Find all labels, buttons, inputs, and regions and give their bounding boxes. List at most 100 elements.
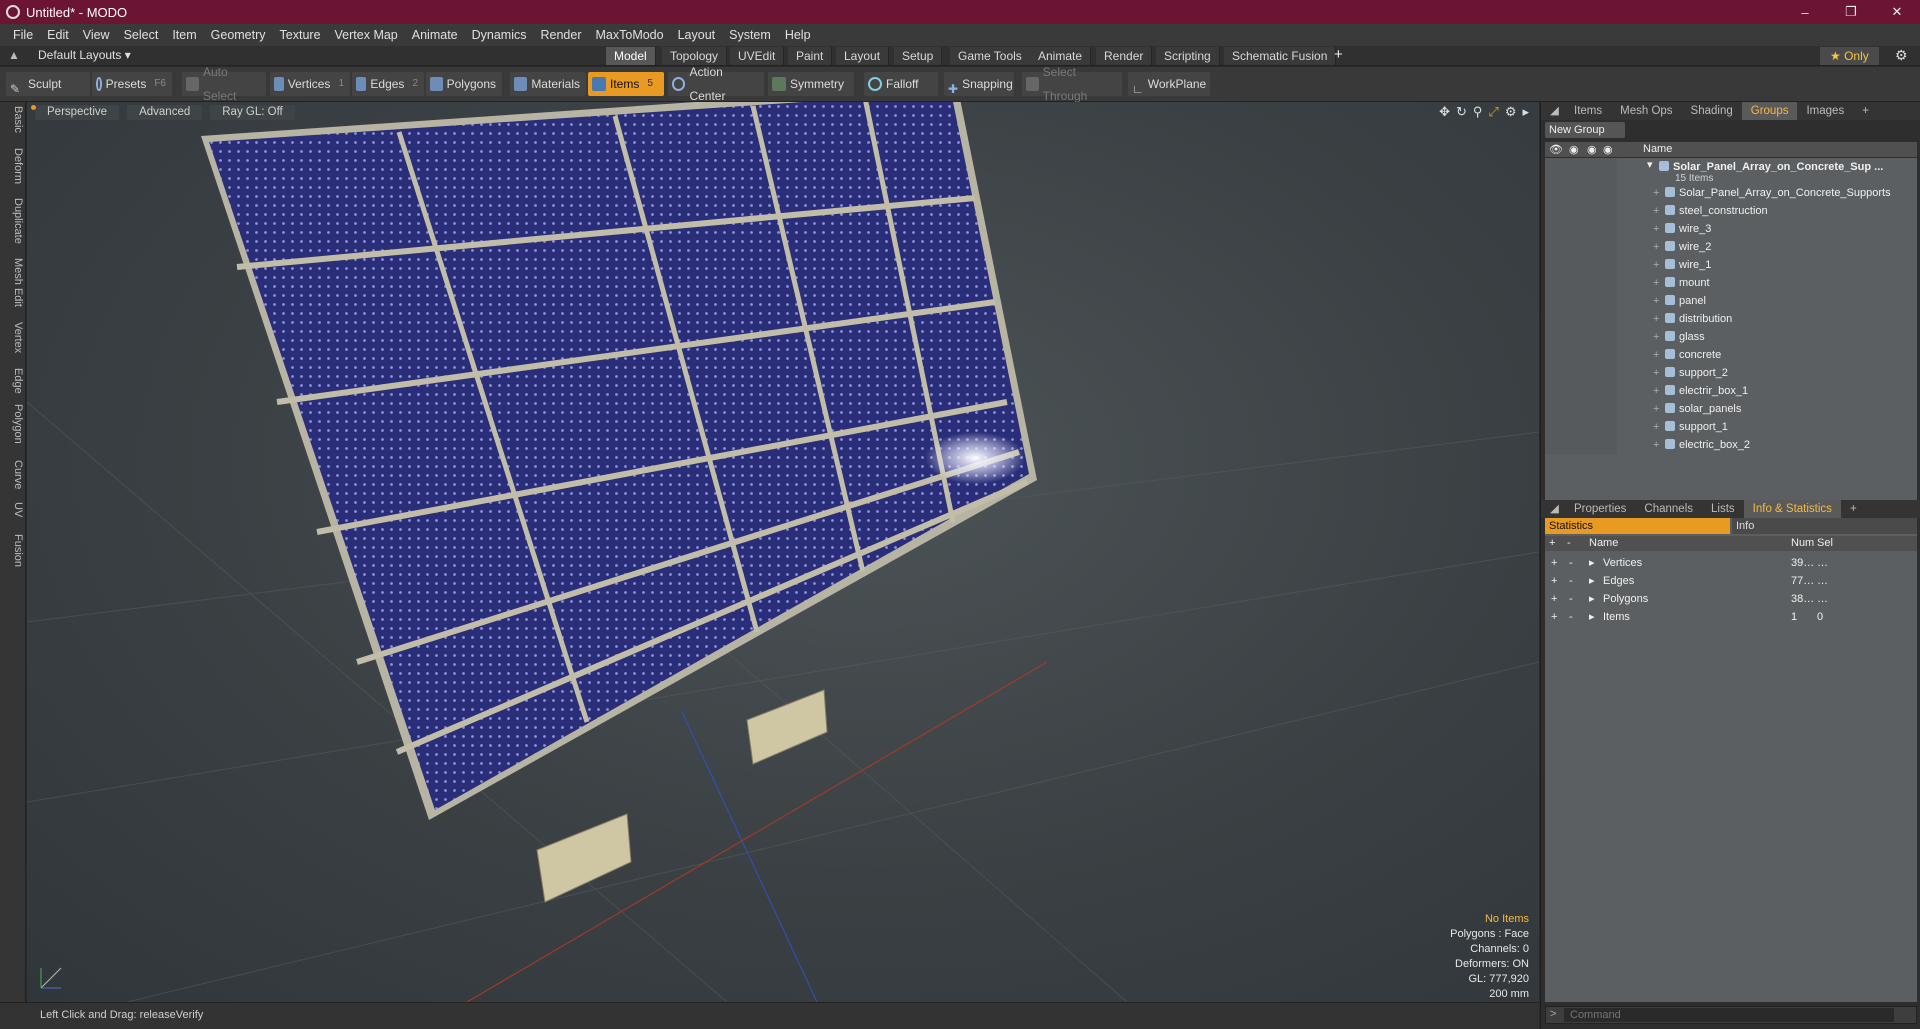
item-expand-icon[interactable]: + (1653, 202, 1659, 220)
tab-groups[interactable]: Groups (1741, 102, 1798, 120)
group-item-row[interactable]: + solar_panels (1545, 400, 1917, 418)
menu-select[interactable]: Select (117, 28, 166, 42)
stats-row[interactable]: + - ▸ Polygons 38…… (1545, 590, 1917, 608)
viewport-settings-icon[interactable]: ⚙ (1505, 104, 1517, 120)
collapse-all-icon[interactable]: - (1567, 537, 1571, 549)
group-item-row[interactable]: + concrete (1545, 346, 1917, 364)
auto-select-button[interactable]: Auto Select (182, 65, 266, 103)
item-expand-icon[interactable]: + (1653, 364, 1659, 382)
close-button[interactable]: ✕ (1874, 0, 1920, 24)
row-minus-icon[interactable]: - (1569, 590, 1573, 608)
group-item-row[interactable]: + steel_construction (1545, 202, 1917, 220)
group-root-toggles[interactable] (1545, 158, 1617, 184)
menu-geometry[interactable]: Geometry (204, 28, 273, 42)
tab-paint[interactable]: Paint (788, 47, 833, 65)
item-expand-icon[interactable]: + (1653, 184, 1659, 202)
tab-edge[interactable]: Edge (2, 368, 24, 394)
menu-edit[interactable]: Edit (40, 28, 76, 42)
fit-view-icon[interactable]: ⤢ (1488, 104, 1498, 120)
tab-basic[interactable]: Basic (2, 106, 24, 133)
items-button[interactable]: Items 5 (588, 72, 664, 96)
row-minus-icon[interactable]: - (1569, 608, 1573, 626)
item-expand-icon[interactable]: + (1653, 328, 1659, 346)
tab-duplicate[interactable]: Duplicate (2, 198, 24, 244)
add-stats-tab-icon[interactable]: + (1841, 500, 1866, 518)
tab-mesh-edit[interactable]: Mesh Edit (2, 258, 24, 307)
item-expand-icon[interactable]: + (1653, 346, 1659, 364)
tab-setup[interactable]: Setup (894, 47, 943, 65)
group-item-toggles[interactable] (1545, 364, 1617, 382)
stats-row[interactable]: + - ▸ Items 1 0 (1545, 608, 1917, 626)
new-group-button[interactable]: New Group (1545, 122, 1625, 138)
expand-all-icon[interactable]: + (1549, 537, 1555, 549)
row-expand-icon[interactable]: ▸ (1589, 608, 1595, 626)
item-expand-icon[interactable]: + (1653, 436, 1659, 454)
tab-schematic-fusion[interactable]: Schematic Fusion (1224, 47, 1337, 65)
command-input[interactable] (1564, 1008, 1894, 1022)
stats-row[interactable]: + - ▸ Edges 77…… (1545, 572, 1917, 590)
menu-animate[interactable]: Animate (405, 28, 465, 42)
menu-help[interactable]: Help (778, 28, 818, 42)
tab-items[interactable]: Items (1565, 102, 1611, 120)
subtab-info[interactable]: Info (1732, 518, 1917, 534)
group-item-row[interactable]: + distribution (1545, 310, 1917, 328)
item-expand-icon[interactable]: + (1653, 256, 1659, 274)
layout-toggle-icon[interactable]: ▲ (8, 48, 20, 62)
workplane-button[interactable]: ∟ WorkPlane (1128, 72, 1210, 96)
group-item-toggles[interactable] (1545, 292, 1617, 310)
item-expand-icon[interactable]: + (1653, 418, 1659, 436)
tab-info-statistics[interactable]: Info & Statistics (1743, 500, 1841, 518)
action-center-button[interactable]: Action Center (668, 65, 764, 103)
row-plus-icon[interactable]: + (1551, 608, 1557, 626)
tab-scripting[interactable]: Scripting (1156, 47, 1220, 65)
menu-maxtomodo[interactable]: MaxToModo (589, 28, 671, 42)
group-expand-icon[interactable]: ▾ (1647, 156, 1653, 174)
viewport-dot-icon[interactable] (31, 105, 36, 110)
group-item-toggles[interactable] (1545, 274, 1617, 292)
group-item-toggles[interactable] (1545, 310, 1617, 328)
snapping-button[interactable]: ✚ Snapping (944, 72, 1014, 96)
group-item-row[interactable]: + Solar_Panel_Array_on_Concrete_Supports (1545, 184, 1917, 202)
group-item-toggles[interactable] (1545, 400, 1617, 418)
group-item-row[interactable]: + support_1 (1545, 418, 1917, 436)
group-item-row[interactable]: + wire_1 (1545, 256, 1917, 274)
row-minus-icon[interactable]: - (1569, 554, 1573, 572)
sculpt-button[interactable]: ✎ Sculpt (6, 72, 90, 96)
tab-images[interactable]: Images (1797, 102, 1853, 120)
group-item-toggles[interactable] (1545, 346, 1617, 364)
tab-layout[interactable]: Layout (836, 47, 890, 65)
menu-view[interactable]: View (76, 28, 117, 42)
tab-deform[interactable]: Deform (2, 148, 24, 184)
row-expand-icon[interactable]: ▸ (1589, 572, 1595, 590)
tab-game-tools[interactable]: Game Tools (950, 47, 1031, 65)
group-item-toggles[interactable] (1545, 184, 1617, 202)
tab-properties[interactable]: Properties (1565, 500, 1635, 518)
group-item-row[interactable]: + electrir_box_1 (1545, 382, 1917, 400)
3d-viewport[interactable]: Perspective Advanced Ray GL: Off ✥ ↻ ⚲ ⤢… (27, 102, 1539, 1002)
item-expand-icon[interactable]: + (1653, 238, 1659, 256)
menu-layout[interactable]: Layout (671, 28, 723, 42)
presets-button[interactable]: Presets F6 (92, 72, 172, 96)
group-item-row[interactable]: + wire_2 (1545, 238, 1917, 256)
group-item-toggles[interactable] (1545, 382, 1617, 400)
group-item-toggles[interactable] (1545, 220, 1617, 238)
tab-curve[interactable]: Curve (2, 460, 24, 489)
group-root-row[interactable]: ▾ Solar_Panel_Array_on_Concrete_Sup ... … (1545, 158, 1917, 184)
tab-channels[interactable]: Channels (1635, 500, 1702, 518)
tab-vertex[interactable]: Vertex (2, 322, 24, 353)
item-expand-icon[interactable]: + (1653, 220, 1659, 238)
menu-file[interactable]: File (6, 28, 40, 42)
view-mode-button[interactable]: Advanced (127, 104, 203, 120)
item-expand-icon[interactable]: + (1653, 382, 1659, 400)
menu-system[interactable]: System (722, 28, 778, 42)
tab-polygon[interactable]: Polygon (2, 404, 24, 444)
menu-texture[interactable]: Texture (273, 28, 328, 42)
edges-button[interactable]: Edges 2 (352, 72, 424, 96)
row-expand-icon[interactable]: ▸ (1589, 590, 1595, 608)
subtab-statistics[interactable]: Statistics (1545, 518, 1730, 534)
gear-icon[interactable]: ⚙ (1895, 47, 1908, 64)
tab-shading[interactable]: Shading (1682, 102, 1742, 120)
tab-mesh-ops[interactable]: Mesh Ops (1611, 102, 1681, 120)
row-plus-icon[interactable]: + (1551, 554, 1557, 572)
vertices-button[interactable]: Vertices 1 (270, 72, 350, 96)
